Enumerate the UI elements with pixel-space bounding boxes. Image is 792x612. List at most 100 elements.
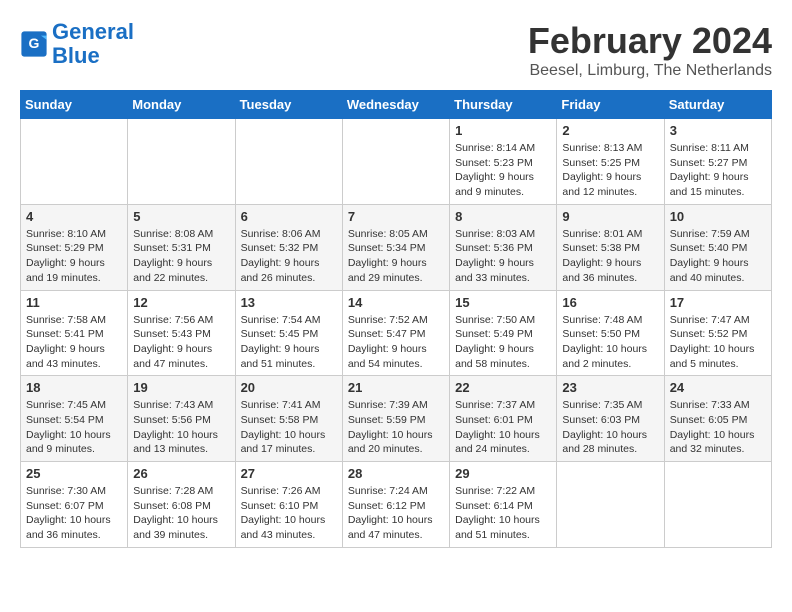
day-number: 2	[562, 123, 658, 138]
day-info: Sunrise: 7:24 AMSunset: 6:12 PMDaylight:…	[348, 484, 444, 543]
day-info: Sunrise: 7:30 AMSunset: 6:07 PMDaylight:…	[26, 484, 122, 543]
calendar-week-row: 4Sunrise: 8:10 AMSunset: 5:29 PMDaylight…	[21, 204, 772, 290]
calendar-cell: 19Sunrise: 7:43 AMSunset: 5:56 PMDayligh…	[128, 376, 235, 462]
calendar-cell: 3Sunrise: 8:11 AMSunset: 5:27 PMDaylight…	[664, 119, 771, 205]
calendar-cell: 22 Sunrise: 7:37 AMSunset: 6:01 PMDayligh…	[450, 376, 557, 462]
day-number: 15	[455, 295, 551, 310]
day-info: Sunrise: 8:03 AMSunset: 5:36 PMDaylight:…	[455, 227, 551, 286]
day-number: 16	[562, 295, 658, 310]
calendar-body: 1 Sunrise: 8:14 AMSunset: 5:23 PMDaylight…	[21, 119, 772, 548]
calendar-cell: 9Sunrise: 8:01 AMSunset: 5:38 PMDaylight…	[557, 204, 664, 290]
day-info: Sunrise: 8:10 AMSunset: 5:29 PMDaylight:…	[26, 227, 122, 286]
calendar-cell: 17 Sunrise: 7:47 AMSunset: 5:52 PMDayligh…	[664, 290, 771, 376]
calendar-cell	[128, 119, 235, 205]
day-number: 24	[670, 380, 766, 395]
day-number: 29	[455, 466, 551, 481]
day-info: Sunrise: 7:26 AMSunset: 6:10 PMDaylight:…	[241, 484, 337, 543]
calendar-cell: 1 Sunrise: 8:14 AMSunset: 5:23 PMDaylight…	[450, 119, 557, 205]
day-number: 1	[455, 123, 551, 138]
day-number: 18	[26, 380, 122, 395]
day-info: Sunrise: 7:47 AMSunset: 5:52 PMDaylight:…	[670, 313, 766, 372]
day-info: Sunrise: 7:37 AMSunset: 6:01 PMDaylight:…	[455, 398, 551, 457]
day-number: 8	[455, 209, 551, 224]
title-block: February 2024 Beesel, Limburg, The Nethe…	[528, 20, 772, 80]
day-number: 28	[348, 466, 444, 481]
day-info: Sunrise: 8:11 AMSunset: 5:27 PMDaylight:…	[670, 141, 766, 200]
logo-icon: G	[20, 30, 48, 58]
calendar-cell: 25 Sunrise: 7:30 AMSunset: 6:07 PMDayligh…	[21, 462, 128, 548]
calendar-cell: 26 Sunrise: 7:28 AMSunset: 6:08 PMDayligh…	[128, 462, 235, 548]
day-info: Sunrise: 7:22 AMSunset: 6:14 PMDaylight:…	[455, 484, 551, 543]
day-number: 19	[133, 380, 229, 395]
calendar-cell: 7Sunrise: 8:05 AMSunset: 5:34 PMDaylight…	[342, 204, 449, 290]
logo-text: General Blue	[52, 20, 134, 68]
calendar-cell: 4Sunrise: 8:10 AMSunset: 5:29 PMDaylight…	[21, 204, 128, 290]
day-number: 5	[133, 209, 229, 224]
day-info: Sunrise: 7:45 AMSunset: 5:54 PMDaylight:…	[26, 398, 122, 457]
day-number: 27	[241, 466, 337, 481]
calendar-cell: 15 Sunrise: 7:50 AMSunset: 5:49 PMDayligh…	[450, 290, 557, 376]
day-info: Sunrise: 7:33 AMSunset: 6:05 PMDaylight:…	[670, 398, 766, 457]
day-info: Sunrise: 7:39 AMSunset: 5:59 PMDaylight:…	[348, 398, 444, 457]
day-info: Sunrise: 7:58 AMSunset: 5:41 PMDaylight:…	[26, 313, 122, 372]
calendar-cell: 24 Sunrise: 7:33 AMSunset: 6:05 PMDayligh…	[664, 376, 771, 462]
day-info: Sunrise: 7:48 AMSunset: 5:50 PMDaylight:…	[562, 313, 658, 372]
calendar-table: SundayMondayTuesdayWednesdayThursdayFrid…	[20, 90, 772, 548]
calendar-cell: 10 Sunrise: 7:59 AMSunset: 5:40 PMDayligh…	[664, 204, 771, 290]
day-number: 11	[26, 295, 122, 310]
svg-text:G: G	[29, 35, 40, 51]
day-info: Sunrise: 8:08 AMSunset: 5:31 PMDaylight:…	[133, 227, 229, 286]
day-header: Friday	[557, 91, 664, 119]
day-header: Wednesday	[342, 91, 449, 119]
calendar-cell: 18 Sunrise: 7:45 AMSunset: 5:54 PMDayligh…	[21, 376, 128, 462]
calendar-header-row: SundayMondayTuesdayWednesdayThursdayFrid…	[21, 91, 772, 119]
day-number: 25	[26, 466, 122, 481]
calendar-cell: 5 Sunrise: 8:08 AMSunset: 5:31 PMDaylight…	[128, 204, 235, 290]
day-info: Sunrise: 7:54 AMSunset: 5:45 PMDaylight:…	[241, 313, 337, 372]
day-header: Sunday	[21, 91, 128, 119]
calendar-cell	[664, 462, 771, 548]
calendar-week-row: 11 Sunrise: 7:58 AMSunset: 5:41 PMDayligh…	[21, 290, 772, 376]
header: G General Blue February 2024 Beesel, Lim…	[20, 20, 772, 80]
day-info: Sunrise: 8:06 AMSunset: 5:32 PMDaylight:…	[241, 227, 337, 286]
day-number: 23	[562, 380, 658, 395]
day-number: 12	[133, 295, 229, 310]
day-header: Monday	[128, 91, 235, 119]
day-number: 13	[241, 295, 337, 310]
day-info: Sunrise: 7:52 AMSunset: 5:47 PMDaylight:…	[348, 313, 444, 372]
day-info: Sunrise: 7:50 AMSunset: 5:49 PMDaylight:…	[455, 313, 551, 372]
day-header: Tuesday	[235, 91, 342, 119]
calendar-cell: 21Sunrise: 7:39 AMSunset: 5:59 PMDayligh…	[342, 376, 449, 462]
calendar-cell: 6 Sunrise: 8:06 AMSunset: 5:32 PMDaylight…	[235, 204, 342, 290]
logo: G General Blue	[20, 20, 134, 68]
calendar-cell: 28 Sunrise: 7:24 AMSunset: 6:12 PMDayligh…	[342, 462, 449, 548]
calendar-cell: 14Sunrise: 7:52 AMSunset: 5:47 PMDayligh…	[342, 290, 449, 376]
day-info: Sunrise: 7:59 AMSunset: 5:40 PMDaylight:…	[670, 227, 766, 286]
day-info: Sunrise: 7:41 AMSunset: 5:58 PMDaylight:…	[241, 398, 337, 457]
calendar-cell: 16 Sunrise: 7:48 AMSunset: 5:50 PMDayligh…	[557, 290, 664, 376]
day-info: Sunrise: 7:28 AMSunset: 6:08 PMDaylight:…	[133, 484, 229, 543]
calendar-cell: 2Sunrise: 8:13 AMSunset: 5:25 PMDaylight…	[557, 119, 664, 205]
calendar-cell: 23 Sunrise: 7:35 AMSunset: 6:03 PMDayligh…	[557, 376, 664, 462]
day-number: 10	[670, 209, 766, 224]
calendar-week-row: 18 Sunrise: 7:45 AMSunset: 5:54 PMDayligh…	[21, 376, 772, 462]
day-number: 17	[670, 295, 766, 310]
calendar-cell: 11 Sunrise: 7:58 AMSunset: 5:41 PMDayligh…	[21, 290, 128, 376]
location-subtitle: Beesel, Limburg, The Netherlands	[528, 62, 772, 80]
calendar-cell	[342, 119, 449, 205]
day-header: Saturday	[664, 91, 771, 119]
day-info: Sunrise: 7:35 AMSunset: 6:03 PMDaylight:…	[562, 398, 658, 457]
calendar-cell: 27 Sunrise: 7:26 AMSunset: 6:10 PMDayligh…	[235, 462, 342, 548]
day-number: 26	[133, 466, 229, 481]
calendar-week-row: 1 Sunrise: 8:14 AMSunset: 5:23 PMDaylight…	[21, 119, 772, 205]
day-number: 7	[348, 209, 444, 224]
day-number: 22	[455, 380, 551, 395]
calendar-cell: 20 Sunrise: 7:41 AMSunset: 5:58 PMDayligh…	[235, 376, 342, 462]
day-number: 9	[562, 209, 658, 224]
day-number: 20	[241, 380, 337, 395]
day-number: 6	[241, 209, 337, 224]
day-info: Sunrise: 7:56 AMSunset: 5:43 PMDaylight:…	[133, 313, 229, 372]
calendar-week-row: 25 Sunrise: 7:30 AMSunset: 6:07 PMDayligh…	[21, 462, 772, 548]
day-info: Sunrise: 8:14 AMSunset: 5:23 PMDaylight:…	[455, 141, 551, 200]
logo-line1: General	[52, 19, 134, 44]
